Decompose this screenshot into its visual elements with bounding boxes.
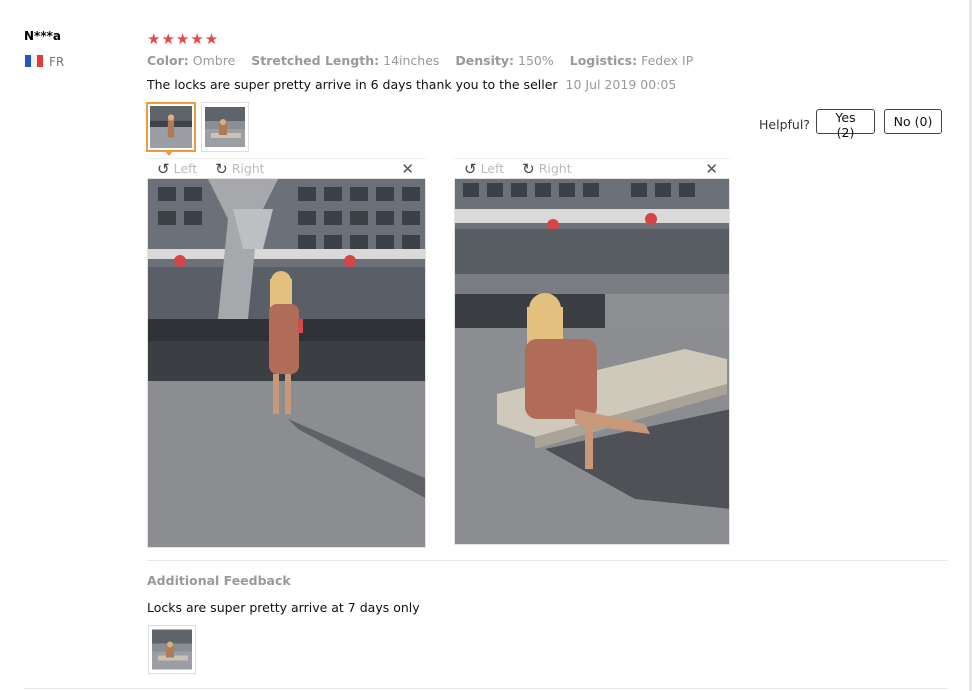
review-thumbnail-2[interactable] xyxy=(201,102,249,152)
additional-feedback-thumbnail[interactable] xyxy=(148,625,196,674)
review-photo-standing xyxy=(147,178,426,548)
review-body: The locks are super pretty arrive in 6 d… xyxy=(147,77,558,92)
reviewer-country: FR xyxy=(49,55,65,69)
attr-density-key: Density: xyxy=(455,53,515,68)
photo-sitting-thumbnail xyxy=(152,629,192,670)
rotate-left-button[interactable]: Left xyxy=(174,161,198,176)
attr-logistics-key: Logistics: xyxy=(569,53,638,68)
review-thumbnail-1[interactable] xyxy=(146,102,196,152)
attr-color-value: Ombre xyxy=(192,53,236,68)
reviewer-name: N***a xyxy=(24,29,61,43)
attr-length-key: Stretched Length: xyxy=(251,53,380,68)
attr-length-value: 14inches xyxy=(383,53,440,68)
helpful-no-button[interactable]: No (0) xyxy=(884,109,942,134)
attr-logistics-value: Fedex IP xyxy=(641,53,694,68)
rotate-left-button[interactable]: Left xyxy=(481,161,505,176)
helpful-label: Helpful? xyxy=(759,117,810,132)
review-photo-sitting xyxy=(454,178,730,545)
additional-feedback-text: Locks are super pretty arrive at 7 days … xyxy=(147,600,420,615)
rotate-left-icon[interactable]: ↺ xyxy=(157,160,170,178)
close-icon[interactable]: ✕ xyxy=(401,160,414,178)
france-flag-icon xyxy=(25,55,43,67)
rotate-right-icon[interactable]: ↻ xyxy=(522,160,535,178)
additional-feedback-title: Additional Feedback xyxy=(147,573,291,588)
rotate-left-icon[interactable]: ↺ xyxy=(464,160,477,178)
photo-viewer-toolbar-1: ↺ Left ↻ Right ✕ xyxy=(147,158,426,178)
star-rating: ★★★★★ xyxy=(147,30,220,48)
attr-density-value: 150% xyxy=(518,53,554,68)
photo-sitting-image xyxy=(455,179,729,544)
review-date: 10 Jul 2019 00:05 xyxy=(565,77,677,92)
active-thumbnail-indicator xyxy=(164,150,174,156)
photo-standing-image xyxy=(148,179,425,547)
photo-sitting-thumbnail xyxy=(205,107,245,147)
review-text: The locks are super pretty arrive in 6 d… xyxy=(147,77,676,92)
helpful-yes-button[interactable]: Yes (2) xyxy=(816,109,875,140)
review-bottom-divider xyxy=(24,688,947,689)
photo-viewer-toolbar-2: ↺ Left ↻ Right ✕ xyxy=(454,158,730,178)
product-attributes: Color: Ombre Stretched Length: 14inches … xyxy=(147,53,705,68)
attr-color-key: Color: xyxy=(147,53,189,68)
photo-standing-thumbnail xyxy=(150,106,192,148)
rotate-right-button[interactable]: Right xyxy=(232,161,265,176)
section-divider xyxy=(147,560,947,561)
rotate-right-button[interactable]: Right xyxy=(539,161,572,176)
rotate-right-icon[interactable]: ↻ xyxy=(215,160,228,178)
close-icon[interactable]: ✕ xyxy=(705,160,718,178)
